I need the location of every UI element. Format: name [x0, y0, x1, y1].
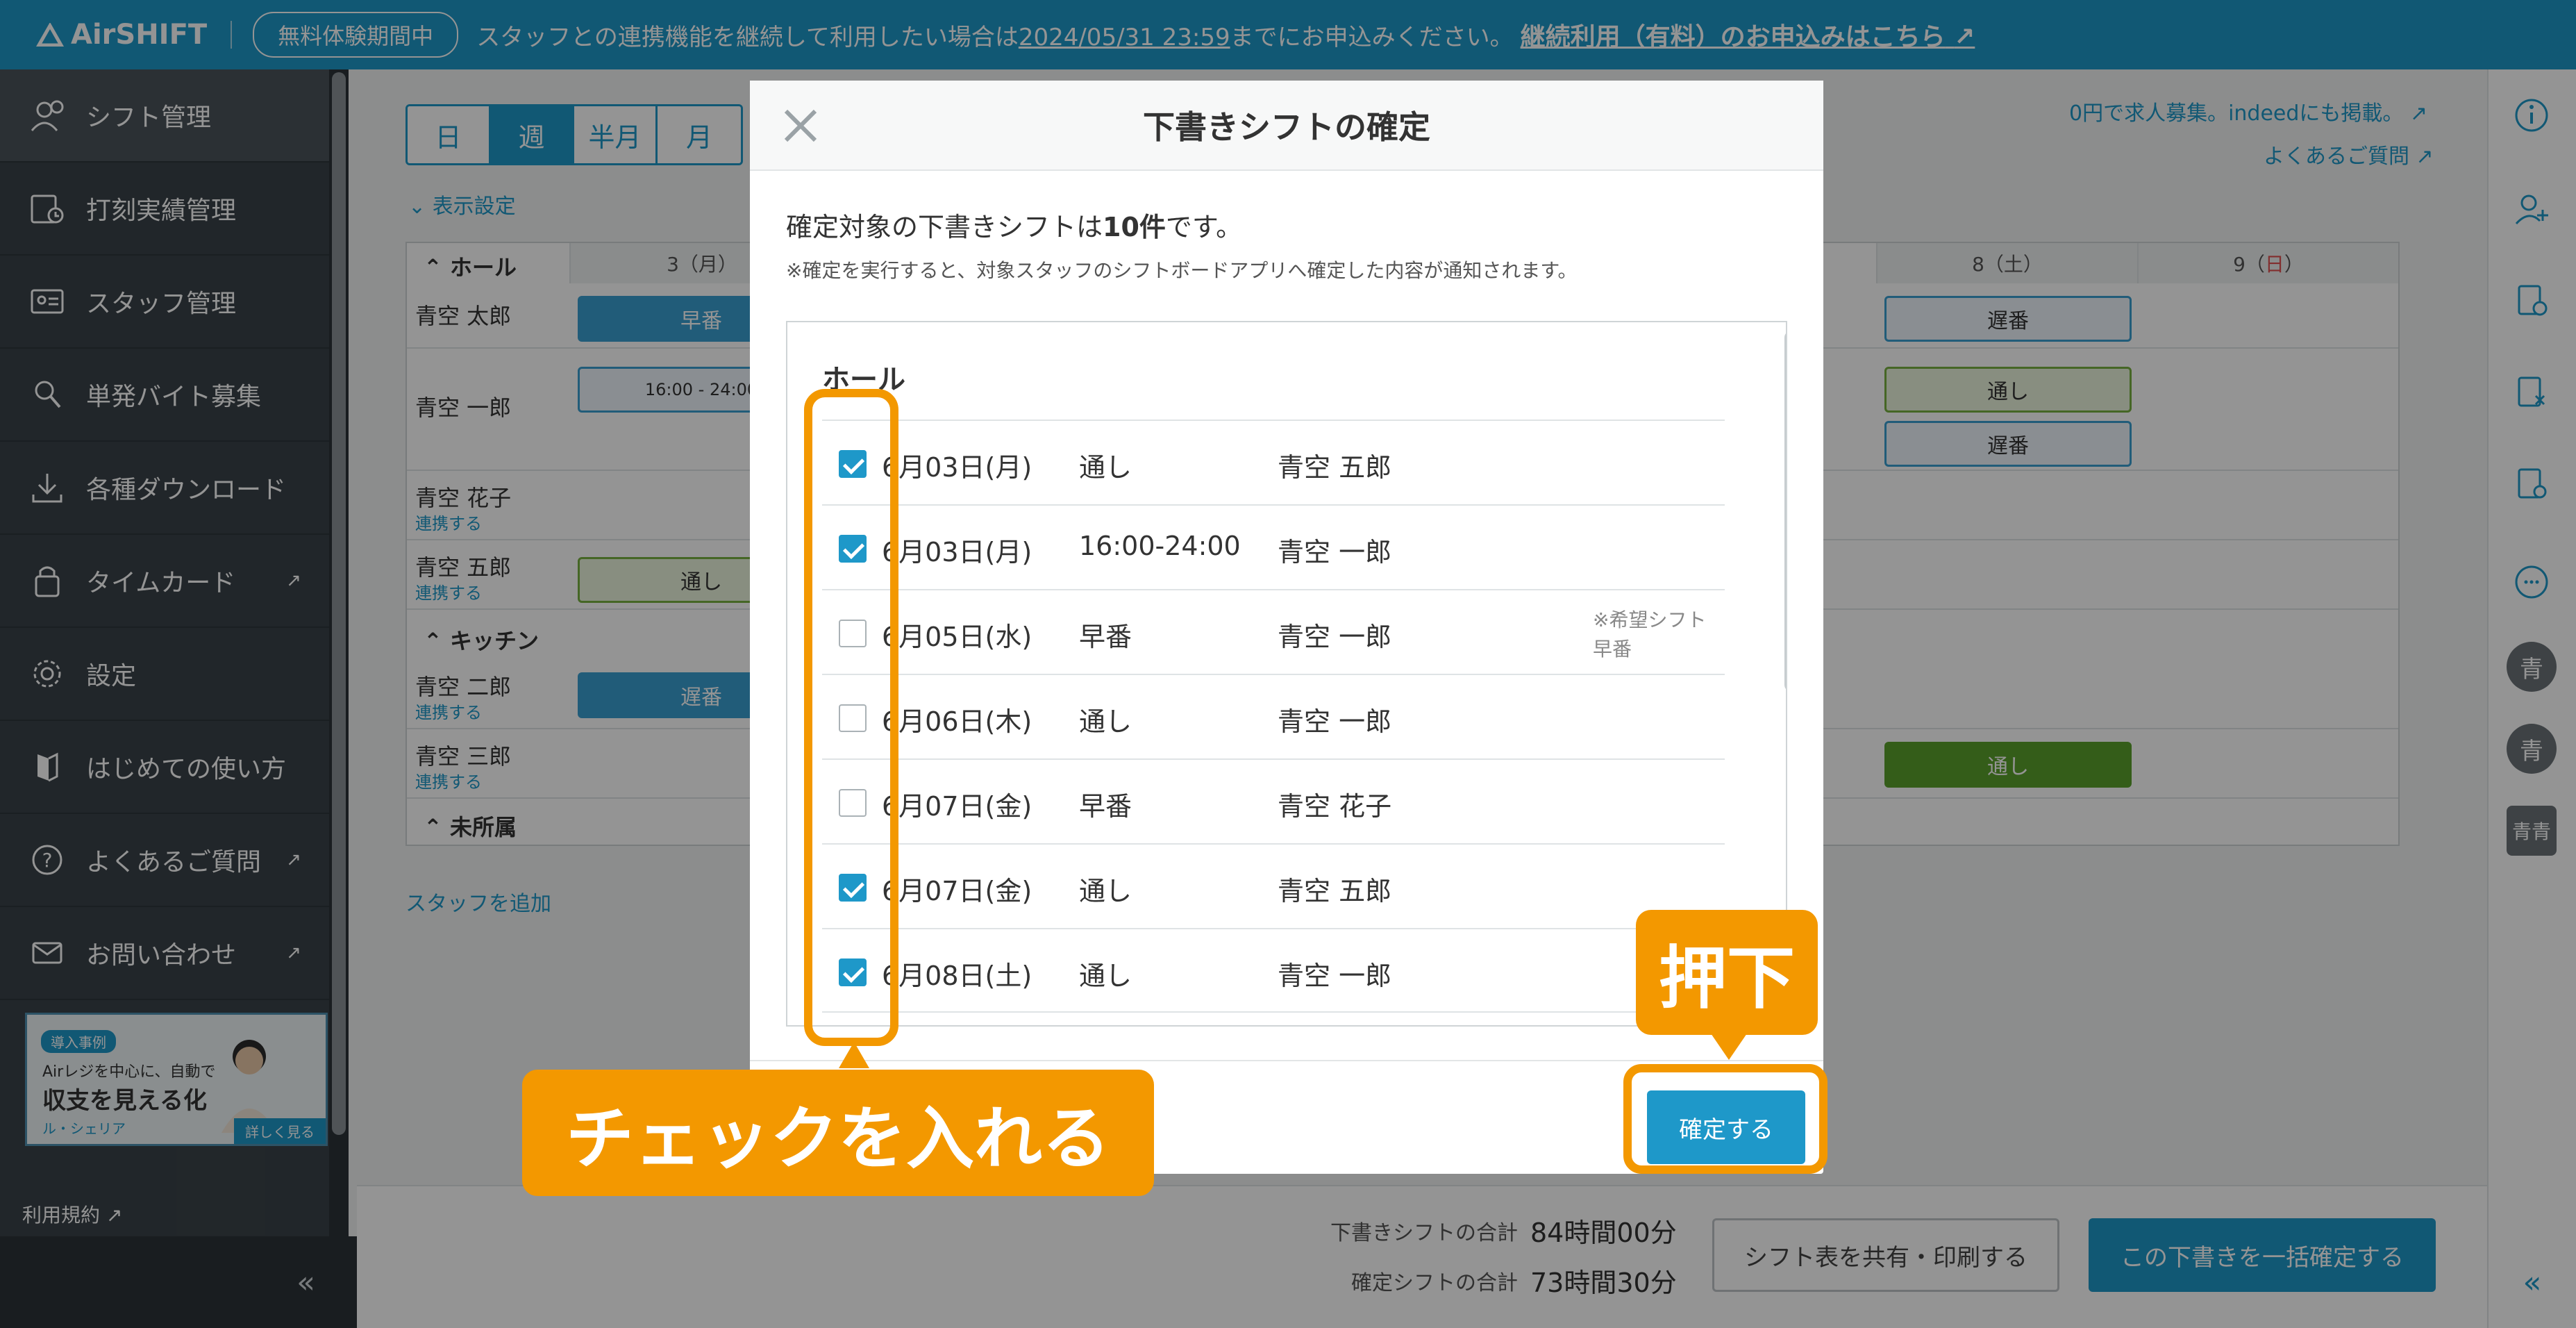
list-item[interactable]: 6月08日(土) 通し 青空 一郎	[822, 928, 1725, 1013]
list-item[interactable]: 6月03日(月) 通し 青空 五郎	[822, 420, 1725, 504]
shift-staff: 青空 花子	[1278, 791, 1392, 822]
shift-date: 6月07日(金)	[882, 791, 1032, 822]
shift-date: 6月07日(金)	[882, 876, 1032, 906]
list-item[interactable]: 6月05日(水) 早番 青空 一郎 ※希望シフト 早番	[822, 589, 1725, 674]
shift-type: 通し	[1079, 706, 1132, 737]
list-item[interactable]: 6月06日(木) 通し 青空 一郎	[822, 674, 1725, 758]
requested-shift-note: ※希望シフト 早番	[1593, 608, 1707, 661]
list-item[interactable]: 6月07日(金) 早番 青空 花子	[822, 758, 1725, 843]
close-icon[interactable]	[776, 101, 825, 150]
shift-type: 通し	[1079, 961, 1132, 991]
notify-note: ※確定を実行すると、対象スタッフのシフトボードアプリへ確定した内容が通知されます…	[786, 259, 1578, 282]
shift-date: 6月05日(水)	[882, 622, 1032, 652]
shift-date: 6月06日(木)	[882, 706, 1032, 737]
shift-staff: 青空 五郎	[1278, 876, 1392, 906]
shift-date: 6月08日(土)	[882, 961, 1032, 991]
shift-staff: 青空 一郎	[1278, 537, 1392, 567]
list-item[interactable]: 6月03日(月) 16:00-24:00 青空 一郎	[822, 504, 1725, 589]
shift-type: 16:00-24:00	[1079, 531, 1241, 561]
shift-type: 早番	[1079, 622, 1132, 652]
dialog-header: 下書きシフトの確定	[750, 81, 1823, 171]
draft-count-number: 10件	[1103, 212, 1166, 242]
shift-staff: 青空 一郎	[1278, 961, 1392, 991]
list-scrollbar[interactable]	[1784, 331, 1786, 692]
callout-pointer	[839, 1042, 869, 1068]
draft-count-post: です。	[1165, 212, 1243, 242]
press-callout: 押下	[1636, 910, 1818, 1035]
draft-count-text: 確定対象の下書きシフトは10件です。	[786, 206, 1242, 244]
confirm-button-highlight	[1623, 1064, 1828, 1174]
check-callout: チェックを入れる	[522, 1070, 1154, 1196]
shift-type: 通し	[1079, 876, 1132, 906]
callout-pointer	[1711, 1034, 1747, 1060]
checkbox-highlight	[804, 389, 898, 1046]
shift-type: 早番	[1079, 791, 1132, 822]
shift-date: 6月03日(月)	[882, 537, 1032, 567]
shift-staff: 青空 一郎	[1278, 706, 1392, 737]
dialog-title: 下書きシフトの確定	[1143, 108, 1430, 146]
draft-count-pre: 確定対象の下書きシフトは	[786, 212, 1103, 242]
shift-date: 6月03日(月)	[882, 452, 1032, 483]
dialog-footer-divider	[750, 1060, 1823, 1061]
shift-staff: 青空 五郎	[1278, 452, 1392, 483]
shift-staff: 青空 一郎	[1278, 622, 1392, 652]
shift-type: 通し	[1079, 452, 1132, 483]
list-item[interactable]: 6月07日(金) 通し 青空 五郎	[822, 843, 1725, 928]
